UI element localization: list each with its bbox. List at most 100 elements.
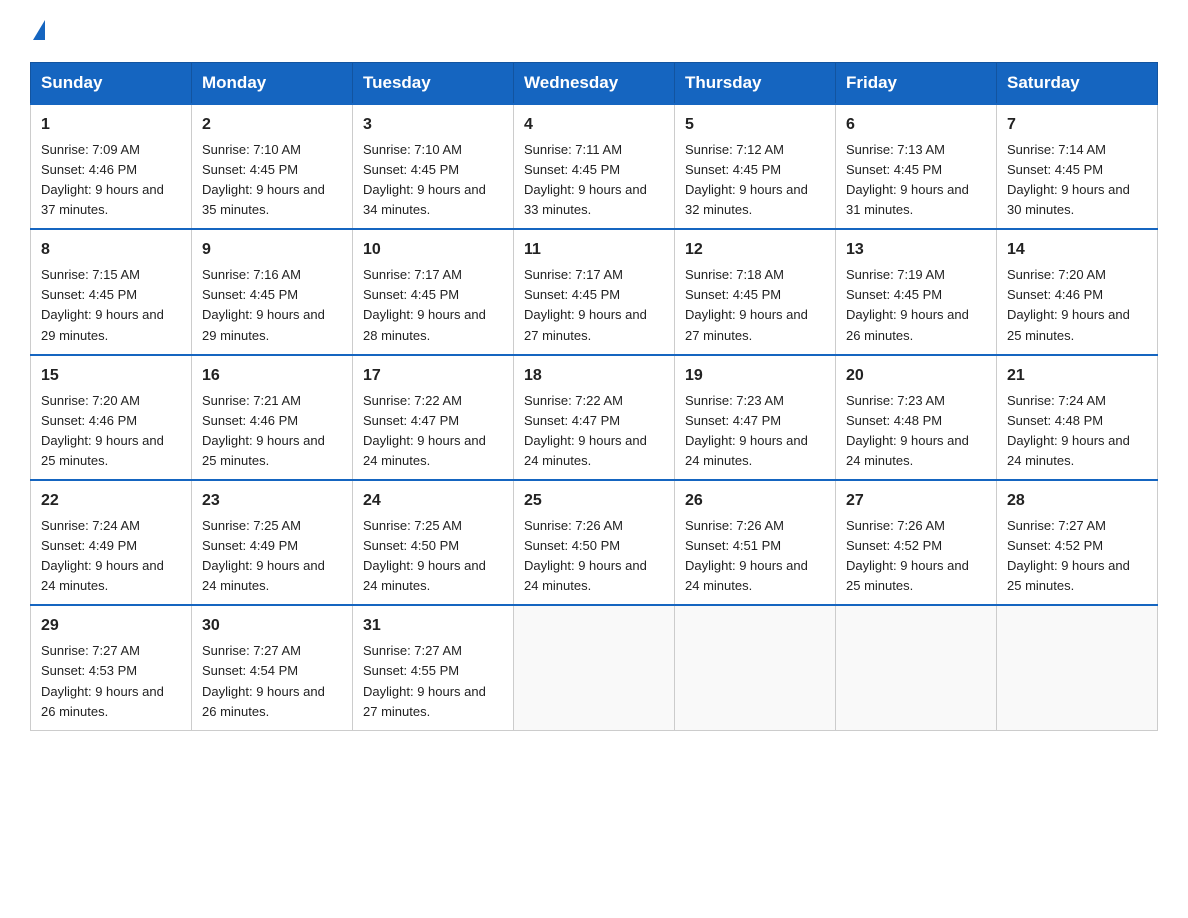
logo-triangle-icon [33, 20, 45, 40]
day-number: 23 [202, 489, 342, 514]
day-cell-27: 27Sunrise: 7:26 AMSunset: 4:52 PMDayligh… [836, 480, 997, 605]
day-cell-21: 21Sunrise: 7:24 AMSunset: 4:48 PMDayligh… [997, 355, 1158, 480]
sunrise-label: Sunrise: 7:10 AM [202, 142, 301, 157]
sunrise-label: Sunrise: 7:16 AM [202, 267, 301, 282]
sunrise-label: Sunrise: 7:25 AM [363, 518, 462, 533]
sunset-label: Sunset: 4:45 PM [524, 287, 620, 302]
sunrise-label: Sunrise: 7:13 AM [846, 142, 945, 157]
day-cell-30: 30Sunrise: 7:27 AMSunset: 4:54 PMDayligh… [192, 605, 353, 730]
day-info: Sunrise: 7:26 AMSunset: 4:50 PMDaylight:… [524, 516, 664, 597]
day-cell-12: 12Sunrise: 7:18 AMSunset: 4:45 PMDayligh… [675, 229, 836, 354]
day-info: Sunrise: 7:23 AM Sunset: 4:48 PM Daylight:… [846, 391, 986, 472]
day-number: 18 [524, 364, 664, 389]
day-info: Sunrise: 7:27 AMSunset: 4:53 PMDaylight:… [41, 641, 181, 722]
weekday-header-tuesday: Tuesday [353, 63, 514, 105]
sunrise-label: Sunrise: 7:23 AM [846, 393, 945, 408]
daylight-label: Daylight: 9 hours and 34 minutes. [363, 182, 486, 217]
day-cell-9: 9Sunrise: 7:16 AMSunset: 4:45 PMDaylight… [192, 229, 353, 354]
daylight-label: Daylight: 9 hours and 24 minutes. [846, 433, 969, 468]
sunrise-label: Sunrise: 7:15 AM [41, 267, 140, 282]
day-number: 27 [846, 489, 986, 514]
sunrise-label: Sunrise: 7:17 AM [524, 267, 623, 282]
sunrise-label: Sunrise: 7:27 AM [41, 643, 140, 658]
sunrise-label: Sunrise: 7:14 AM [1007, 142, 1106, 157]
day-info: Sunrise: 7:17 AMSunset: 4:45 PMDaylight:… [363, 265, 503, 346]
sunset-label: Sunset: 4:52 PM [846, 538, 942, 553]
daylight-label: Daylight: 9 hours and 24 minutes. [1007, 433, 1130, 468]
day-number: 9 [202, 238, 342, 263]
weekday-header-wednesday: Wednesday [514, 63, 675, 105]
day-cell-18: 18Sunrise: 7:22 AMSunset: 4:47 PMDayligh… [514, 355, 675, 480]
sunset-label: Sunset: 4:45 PM [363, 162, 459, 177]
sunrise-label: Sunrise: 7:12 AM [685, 142, 784, 157]
day-info: Sunrise: 7:22 AMSunset: 4:47 PMDaylight:… [363, 391, 503, 472]
week-row-4: 22Sunrise: 7:24 AMSunset: 4:49 PMDayligh… [31, 480, 1158, 605]
daylight-label: Daylight: 9 hours and 24 minutes. [202, 558, 325, 593]
daylight-label: Daylight: 9 hours and 31 minutes. [846, 182, 969, 217]
day-info: Sunrise: 7:20 AMSunset: 4:46 PMDaylight:… [41, 391, 181, 472]
sunset-label: Sunset: 4:48 PM [846, 413, 942, 428]
daylight-label: Daylight: 9 hours and 24 minutes. [41, 558, 164, 593]
day-cell-1: 1Sunrise: 7:09 AMSunset: 4:46 PMDaylight… [31, 104, 192, 229]
day-info: Sunrise: 7:12 AMSunset: 4:45 PMDaylight:… [685, 140, 825, 221]
day-cell-23: 23Sunrise: 7:25 AMSunset: 4:49 PMDayligh… [192, 480, 353, 605]
day-info: Sunrise: 7:17 AMSunset: 4:45 PMDaylight:… [524, 265, 664, 346]
day-cell-10: 10Sunrise: 7:17 AMSunset: 4:45 PMDayligh… [353, 229, 514, 354]
sunrise-label: Sunrise: 7:09 AM [41, 142, 140, 157]
day-number: 11 [524, 238, 664, 263]
day-info: Sunrise: 7:24 AMSunset: 4:49 PMDaylight:… [41, 516, 181, 597]
day-cell-25: 25Sunrise: 7:26 AMSunset: 4:50 PMDayligh… [514, 480, 675, 605]
day-cell-31: 31Sunrise: 7:27 AMSunset: 4:55 PMDayligh… [353, 605, 514, 730]
day-cell-24: 24Sunrise: 7:25 AMSunset: 4:50 PMDayligh… [353, 480, 514, 605]
sunrise-label: Sunrise: 7:22 AM [524, 393, 623, 408]
day-number: 5 [685, 113, 825, 138]
day-info: Sunrise: 7:25 AMSunset: 4:50 PMDaylight:… [363, 516, 503, 597]
sunset-label: Sunset: 4:47 PM [685, 413, 781, 428]
day-cell-14: 14Sunrise: 7:20 AMSunset: 4:46 PMDayligh… [997, 229, 1158, 354]
sunrise-label: Sunrise: 7:26 AM [846, 518, 945, 533]
sunrise-label: Sunrise: 7:26 AM [685, 518, 784, 533]
day-number: 26 [685, 489, 825, 514]
calendar-table: SundayMondayTuesdayWednesdayThursdayFrid… [30, 62, 1158, 731]
day-info: Sunrise: 7:27 AMSunset: 4:55 PMDaylight:… [363, 641, 503, 722]
daylight-label: Daylight: 9 hours and 25 minutes. [202, 433, 325, 468]
day-number: 15 [41, 364, 181, 389]
day-number: 1 [41, 113, 181, 138]
week-row-5: 29Sunrise: 7:27 AMSunset: 4:53 PMDayligh… [31, 605, 1158, 730]
weekday-header-sunday: Sunday [31, 63, 192, 105]
daylight-label: Daylight: 9 hours and 24 minutes. [685, 433, 808, 468]
day-number: 30 [202, 614, 342, 639]
daylight-label: Daylight: 9 hours and 24 minutes. [524, 433, 647, 468]
sunset-label: Sunset: 4:47 PM [363, 413, 459, 428]
sunset-label: Sunset: 4:45 PM [363, 287, 459, 302]
sunset-label: Sunset: 4:55 PM [363, 663, 459, 678]
empty-cell [836, 605, 997, 730]
day-cell-8: 8Sunrise: 7:15 AMSunset: 4:45 PMDaylight… [31, 229, 192, 354]
sunrise-label: Sunrise: 7:22 AM [363, 393, 462, 408]
day-cell-6: 6Sunrise: 7:13 AMSunset: 4:45 PMDaylight… [836, 104, 997, 229]
day-number: 21 [1007, 364, 1147, 389]
sunrise-label: Sunrise: 7:10 AM [363, 142, 462, 157]
daylight-label: Daylight: 9 hours and 24 minutes. [363, 558, 486, 593]
day-number: 29 [41, 614, 181, 639]
daylight-label: Daylight: 9 hours and 26 minutes. [41, 684, 164, 719]
day-number: 28 [1007, 489, 1147, 514]
day-number: 4 [524, 113, 664, 138]
sunset-label: Sunset: 4:45 PM [202, 162, 298, 177]
sunset-label: Sunset: 4:49 PM [41, 538, 137, 553]
sunset-label: Sunset: 4:46 PM [41, 162, 137, 177]
day-cell-17: 17Sunrise: 7:22 AMSunset: 4:47 PMDayligh… [353, 355, 514, 480]
weekday-header-monday: Monday [192, 63, 353, 105]
day-info: Sunrise: 7:26 AMSunset: 4:52 PMDaylight:… [846, 516, 986, 597]
daylight-label: Daylight: 9 hours and 24 minutes. [524, 558, 647, 593]
sunset-label: Sunset: 4:45 PM [1007, 162, 1103, 177]
day-cell-16: 16Sunrise: 7:21 AMSunset: 4:46 PMDayligh… [192, 355, 353, 480]
day-number: 16 [202, 364, 342, 389]
weekday-header-thursday: Thursday [675, 63, 836, 105]
day-info: Sunrise: 7:11 AMSunset: 4:45 PMDaylight:… [524, 140, 664, 221]
sunset-label: Sunset: 4:45 PM [685, 287, 781, 302]
day-number: 6 [846, 113, 986, 138]
sunset-label: Sunset: 4:45 PM [524, 162, 620, 177]
logo [30, 20, 45, 44]
days-of-week-row: SundayMondayTuesdayWednesdayThursdayFrid… [31, 63, 1158, 105]
